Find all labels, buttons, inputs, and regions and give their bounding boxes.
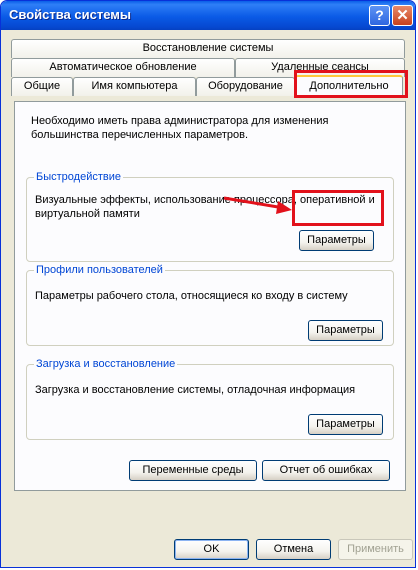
performance-description: Визуальные эффекты, использование процес… bbox=[35, 194, 375, 220]
error-reporting-button[interactable]: Отчет об ошибках bbox=[262, 460, 390, 481]
annotation-arrow-icon bbox=[223, 196, 292, 214]
ok-button[interactable]: OK bbox=[174, 539, 249, 560]
performance-settings-button[interactable]: Параметры bbox=[299, 230, 374, 251]
tab-automatic-updates[interactable]: Автоматическое обновление bbox=[11, 58, 235, 77]
tab-advanced[interactable]: Дополнительно bbox=[295, 75, 403, 97]
cancel-button[interactable]: Отмена bbox=[256, 539, 331, 560]
environment-variables-button[interactable]: Переменные среды bbox=[129, 460, 257, 481]
dialog-client-area: Восстановление системы Автоматическое об… bbox=[4, 30, 413, 564]
window-title: Свойства системы bbox=[9, 7, 131, 22]
startup-recovery-description: Загрузка и восстановление системы, отлад… bbox=[35, 384, 356, 396]
tab-hardware[interactable]: Оборудование bbox=[196, 77, 295, 96]
startup-recovery-group: Загрузка и восстановление Загрузка и вос… bbox=[26, 357, 394, 440]
close-icon[interactable]: ✕ bbox=[392, 5, 413, 26]
startup-recovery-group-title: Загрузка и восстановление bbox=[34, 357, 178, 371]
apply-button: Применить bbox=[338, 539, 413, 560]
tab-system-restore[interactable]: Восстановление системы bbox=[11, 39, 405, 58]
title-bar[interactable]: Свойства системы ? ✕ bbox=[1, 1, 415, 30]
user-profiles-settings-button[interactable]: Параметры bbox=[308, 320, 383, 341]
startup-recovery-settings-button[interactable]: Параметры bbox=[308, 414, 383, 435]
help-icon[interactable]: ? bbox=[369, 5, 390, 26]
system-properties-window: Свойства системы ? ✕ Восстановление сист… bbox=[0, 0, 416, 568]
user-profiles-group-title: Профили пользователей bbox=[34, 263, 165, 277]
performance-group-title: Быстродействие bbox=[34, 170, 123, 184]
admin-rights-notice: Необходимо иметь права администратора дл… bbox=[31, 115, 329, 141]
advanced-tab-panel: Необходимо иметь права администратора дл… bbox=[14, 101, 406, 491]
tab-computer-name[interactable]: Имя компьютера bbox=[73, 77, 196, 96]
user-profiles-group: Профили пользователей Параметры рабочего… bbox=[26, 263, 394, 346]
performance-group: Быстродействие Визуальные эффекты, испол… bbox=[26, 170, 394, 262]
tab-general[interactable]: Общие bbox=[11, 77, 73, 96]
user-profiles-description: Параметры рабочего стола, относящиеся ко… bbox=[35, 290, 348, 302]
